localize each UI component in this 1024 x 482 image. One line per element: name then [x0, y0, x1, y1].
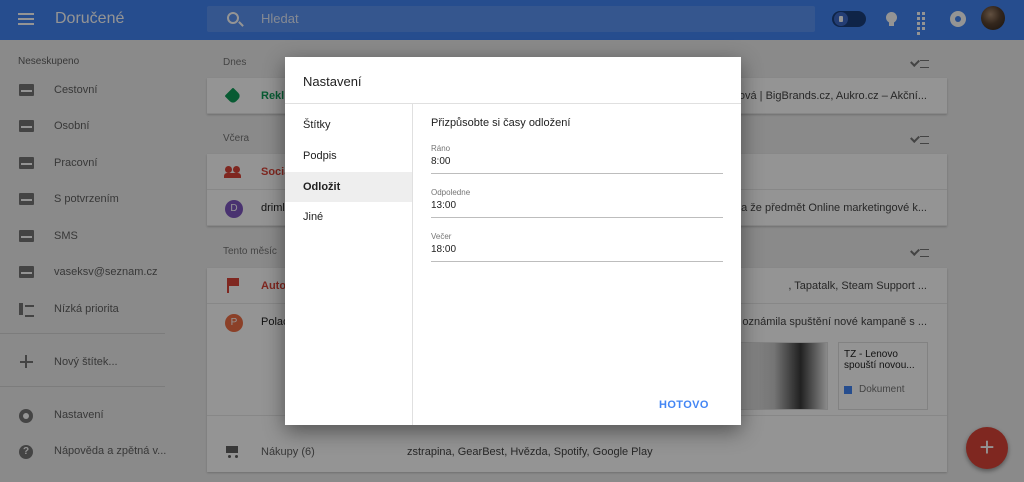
- morning-time-field[interactable]: Ráno 8:00: [431, 144, 723, 174]
- done-button[interactable]: HOTOVO: [659, 399, 709, 411]
- snooze-heading: Přizpůsobte si časy odložení: [431, 117, 571, 129]
- field-value[interactable]: 13:00: [431, 200, 456, 211]
- settings-nav: Štítky Podpis Odložit Jiné: [285, 104, 413, 425]
- dialog-title: Nastavení: [303, 74, 362, 89]
- evening-time-field[interactable]: Večer 18:00: [431, 232, 723, 262]
- settings-dialog: Nastavení Štítky Podpis Odložit Jiné Při…: [285, 57, 741, 425]
- settings-tab-snooze[interactable]: Odložit: [285, 172, 412, 202]
- field-label: Večer: [431, 232, 452, 241]
- field-label: Odpoledne: [431, 188, 471, 197]
- field-label: Ráno: [431, 144, 451, 153]
- afternoon-time-field[interactable]: Odpoledne 13:00: [431, 188, 723, 218]
- settings-tab-labels[interactable]: Štítky: [285, 110, 412, 140]
- snooze-settings: Přizpůsobte si časy odložení Ráno 8:00 O…: [431, 117, 723, 262]
- field-value[interactable]: 8:00: [431, 156, 450, 167]
- field-value[interactable]: 18:00: [431, 244, 456, 255]
- settings-tab-other[interactable]: Jiné: [285, 202, 412, 232]
- settings-tab-signature[interactable]: Podpis: [285, 141, 412, 171]
